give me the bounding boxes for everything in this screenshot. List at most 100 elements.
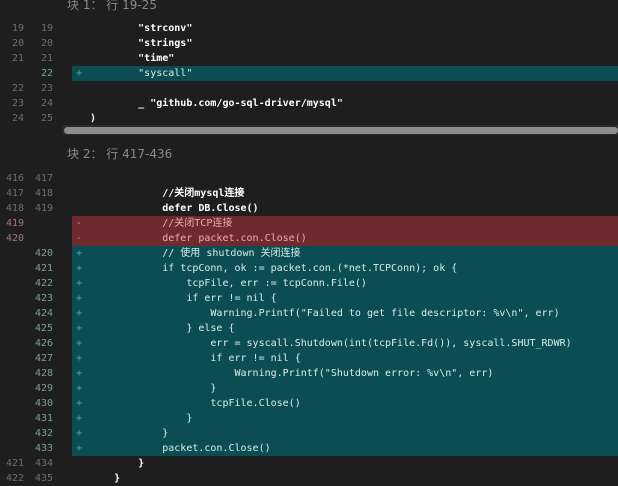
code-text: // 使用 shutdown 关闭连接 [90, 248, 301, 259]
code-text: } [90, 458, 145, 469]
diff-line: 420 - defer packet.con.Close() [0, 231, 618, 246]
new-line-number: 417 [34, 173, 53, 184]
diff-line: 419 - //关闭TCP连接 [0, 216, 618, 231]
diff-sign: + [76, 248, 83, 259]
scrollbar-thumb[interactable] [64, 127, 618, 134]
diff-line: 422 + tcpFile, err := tcpConn.File() [0, 276, 618, 291]
new-line-number: 431 [34, 413, 53, 424]
hunk-1-header: 块 1： 行 19-25 [67, 0, 157, 12]
code-text: } [90, 383, 217, 394]
line-background [72, 471, 618, 486]
diff-sign: + [76, 383, 83, 394]
new-line-number: 423 [34, 293, 53, 304]
line-background [72, 111, 618, 126]
diff-sign: + [76, 338, 83, 349]
code-text: if tcpConn, ok := packet.con.(*net.TCPCo… [90, 263, 458, 274]
old-line-number: 21 [11, 53, 24, 64]
diff-line: 426 + err = syscall.Shutdown(int(tcpFile.… [0, 336, 618, 351]
diff-line: 428 + Warning.Printf("Shutdown error: %v\… [0, 366, 618, 381]
code-text: packet.con.Close() [90, 443, 271, 454]
diff-line: 416 417 [0, 171, 618, 186]
new-line-number: 24 [40, 98, 53, 109]
diff-line: 22 + "syscall" [0, 66, 618, 81]
new-line-number: 421 [34, 263, 53, 274]
diff-line: 421 434 } [0, 456, 618, 471]
diff-sign: + [76, 293, 83, 304]
diff-line: 20 20 "strings" [0, 36, 618, 51]
old-line-number: 19 [11, 23, 24, 34]
diff-sign: + [76, 68, 83, 79]
code-text: tcpFile, err := tcpConn.File() [90, 278, 367, 289]
old-line-number: 422 [5, 473, 24, 484]
diff-line: 19 19 "strconv" [0, 21, 618, 36]
new-line-number: 430 [34, 398, 53, 409]
diff-line: 423 + if err != nil { [0, 291, 618, 306]
diff-line: 422 435 } [0, 471, 618, 486]
diff-sign: + [76, 398, 83, 409]
new-line-number: 426 [34, 338, 53, 349]
old-line-number: 421 [5, 458, 24, 469]
horizontal-scrollbar[interactable] [62, 125, 618, 135]
new-line-number: 20 [40, 38, 53, 49]
code-text: Warning.Printf("Shutdown error: %v\n", e… [90, 368, 494, 379]
diff-line: 24 25) [0, 111, 618, 126]
code-text: } else { [90, 323, 235, 334]
code-text: //关闭mysql连接 [90, 188, 245, 199]
diff-line: 420 + // 使用 shutdown 关闭连接 [0, 246, 618, 261]
diff-line: 430 + tcpFile.Close() [0, 396, 618, 411]
old-line-number: 417 [5, 188, 24, 199]
diff-line: 424 + Warning.Printf("Failed to get file … [0, 306, 618, 321]
code-text: } [90, 413, 193, 424]
diff-line: 23 24 _ "github.com/go-sql-driver/mysql" [0, 96, 618, 111]
old-line-number: 416 [5, 173, 24, 184]
code-text: } [90, 473, 121, 484]
code-text: } [90, 428, 169, 439]
old-line-number: 20 [11, 38, 24, 49]
diff-sign: - [76, 233, 83, 244]
diff-line: 431 + } [0, 411, 618, 426]
new-line-number: 25 [40, 113, 53, 124]
diff-sign: + [76, 428, 83, 439]
code-text: if err != nil { [90, 353, 301, 364]
diff-line: 429 + } [0, 381, 618, 396]
new-line-number: 21 [40, 53, 53, 64]
code-text: if err != nil { [90, 293, 277, 304]
new-line-number: 432 [34, 428, 53, 439]
new-line-number: 427 [34, 353, 53, 364]
diff-sign: + [76, 413, 83, 424]
diff-line: 421 + if tcpConn, ok := packet.con.(*net.… [0, 261, 618, 276]
diff-sign: + [76, 443, 83, 454]
new-line-number: 23 [40, 83, 53, 94]
old-line-number: 22 [11, 83, 24, 94]
old-line-number: 418 [5, 203, 24, 214]
diff-line: 418 419 defer DB.Close() [0, 201, 618, 216]
code-text: "strings" [90, 38, 193, 49]
diff-line: 417 418 //关闭mysql连接 [0, 186, 618, 201]
diff-line: 427 + if err != nil { [0, 351, 618, 366]
new-line-number: 424 [34, 308, 53, 319]
new-line-number: 429 [34, 383, 53, 394]
new-line-number: 428 [34, 368, 53, 379]
code-text: "time" [90, 53, 175, 64]
diff-sign: + [76, 368, 83, 379]
code-text: defer DB.Close() [90, 203, 259, 214]
line-background [72, 81, 618, 96]
new-line-number: 422 [34, 278, 53, 289]
diff-sign: + [76, 353, 83, 364]
hunk-2-header: 块 2： 行 417-436 [67, 147, 173, 161]
old-line-number: 419 [5, 218, 24, 229]
new-line-number: 418 [34, 188, 53, 199]
code-text: //关闭TCP连接 [90, 218, 233, 229]
old-line-number: 420 [5, 233, 24, 244]
line-background [72, 171, 618, 186]
code-text: tcpFile.Close() [90, 398, 301, 409]
code-text: defer packet.con.Close() [90, 233, 307, 244]
code-text: Warning.Printf("Failed to get file descr… [90, 308, 560, 319]
diff-sign: - [76, 218, 83, 229]
new-line-number: 425 [34, 323, 53, 334]
line-background [72, 456, 618, 471]
new-line-number: 435 [34, 473, 53, 484]
new-line-number: 420 [34, 248, 53, 259]
new-line-number: 22 [40, 68, 53, 79]
code-text: "strconv" [90, 23, 193, 34]
